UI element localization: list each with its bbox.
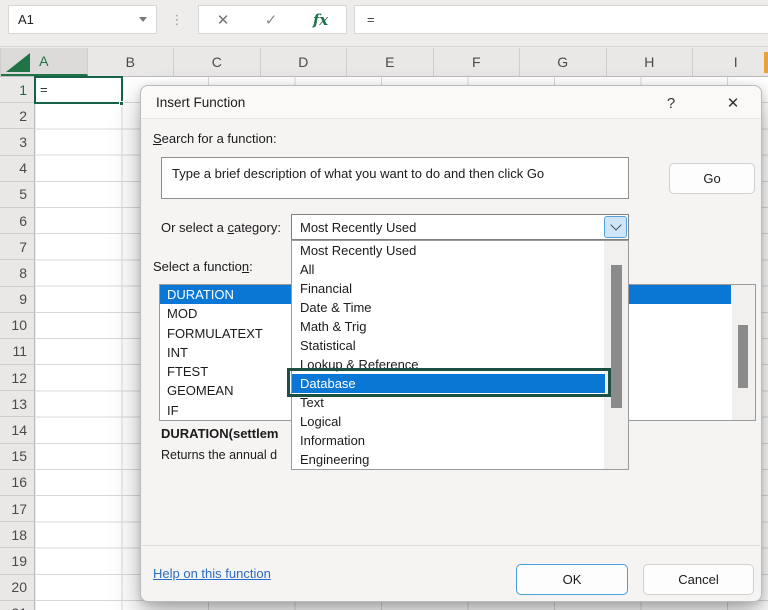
- row-header-16[interactable]: 16: [0, 470, 34, 496]
- column-header-H[interactable]: H: [607, 48, 693, 76]
- category-option[interactable]: Engineering: [292, 450, 605, 469]
- formula-toolbar: A1 ⋮ ✕ ✓ fx =: [0, 0, 768, 47]
- row-header-2[interactable]: 2: [0, 103, 34, 130]
- chevron-down-icon: [609, 219, 622, 231]
- name-box-dropdown-icon[interactable]: [139, 17, 147, 22]
- combobox-dropdown-button[interactable]: [604, 216, 627, 238]
- dialog-titlebar[interactable]: Insert Function ? ✕: [141, 86, 761, 119]
- row-headers: 123456789101112131415161718192021: [0, 77, 35, 610]
- select-all-button[interactable]: [0, 48, 30, 76]
- category-label: Or select a category:: [161, 220, 281, 235]
- excel-window: A1 ⋮ ✕ ✓ fx = ABCDEFGHI 1 2 3 4 5 6 7 8 9 10 11 12 1…: [0, 0, 768, 610]
- row-header-11[interactable]: 11: [0, 339, 34, 366]
- drag-handle-icon: ⋮: [170, 11, 184, 27]
- select-all-triangle-icon: [6, 53, 30, 72]
- category-option[interactable]: Statistical: [292, 336, 605, 355]
- annotation-highlight-box: [287, 368, 611, 397]
- footer-divider: [142, 545, 760, 546]
- dialog-title: Insert Function: [156, 95, 246, 110]
- row-header-13[interactable]: 13: [0, 391, 34, 418]
- row-header-1[interactable]: 1: [0, 77, 34, 104]
- category-value: Most Recently Used: [300, 220, 417, 235]
- row-header-7[interactable]: 7: [0, 234, 34, 261]
- active-cell-a1[interactable]: =: [34, 76, 123, 104]
- category-option[interactable]: Information: [292, 431, 605, 450]
- help-on-function-link[interactable]: Help on this function: [153, 566, 271, 581]
- row-header-19[interactable]: 19: [0, 548, 34, 575]
- row-header-14[interactable]: 14: [0, 417, 34, 444]
- function-description: Returns the annual d: [161, 448, 278, 462]
- cancel-button[interactable]: Cancel: [643, 564, 754, 595]
- insert-function-dialog: Insert Function ? ✕ Search for a functio…: [140, 85, 762, 602]
- row-header-18[interactable]: 18: [0, 522, 34, 549]
- formula-bar[interactable]: =: [354, 5, 768, 34]
- category-option[interactable]: Date & Time: [292, 298, 605, 317]
- dropdown-scrollbar-thumb[interactable]: [611, 265, 622, 408]
- category-option[interactable]: Most Recently Used: [292, 241, 605, 260]
- help-icon[interactable]: ?: [659, 91, 683, 115]
- cancel-entry-icon[interactable]: ✕: [217, 11, 230, 29]
- row-header-17[interactable]: 17: [0, 496, 34, 523]
- column-header-D[interactable]: D: [261, 48, 347, 76]
- category-dropdown-list: Most Recently Used All Financial Date & Tim…: [291, 240, 629, 470]
- enter-entry-icon[interactable]: ✓: [265, 11, 278, 29]
- function-signature: DURATION(settlem: [161, 426, 279, 441]
- row-header-5[interactable]: 5: [0, 182, 34, 208]
- name-box-value: A1: [18, 12, 34, 27]
- column-header-E[interactable]: E: [347, 48, 434, 76]
- formula-buttons: ✕ ✓ fx: [198, 5, 347, 34]
- formula-bar-value: =: [367, 12, 375, 27]
- column-header-B[interactable]: B: [88, 48, 174, 76]
- row-header-8[interactable]: 8: [0, 260, 34, 287]
- column-header-row: ABCDEFGHI: [1, 48, 768, 76]
- row-header-4[interactable]: 4: [0, 156, 34, 182]
- go-button[interactable]: Go: [669, 163, 755, 194]
- row-header-3[interactable]: 3: [0, 129, 34, 156]
- category-option[interactable]: Financial: [292, 279, 605, 298]
- row-header-10[interactable]: 10: [0, 313, 34, 339]
- row-header-15[interactable]: 15: [0, 444, 34, 470]
- row-header-6[interactable]: 6: [0, 208, 34, 235]
- column-header-F[interactable]: F: [434, 48, 520, 76]
- column-header-I[interactable]: I: [693, 48, 768, 76]
- category-option[interactable]: Math & Trig: [292, 317, 605, 336]
- fill-handle[interactable]: [119, 101, 124, 106]
- search-input[interactable]: Type a brief description of what you wan…: [161, 157, 629, 199]
- column-header-C[interactable]: C: [174, 48, 261, 76]
- column-header-G[interactable]: G: [520, 48, 607, 76]
- row-header-20[interactable]: 20: [0, 575, 34, 601]
- category-option[interactable]: Logical: [292, 412, 605, 431]
- row-header-12[interactable]: 12: [0, 365, 34, 392]
- category-option[interactable]: All: [292, 260, 605, 279]
- column-headers: ABCDEFGHI: [0, 48, 768, 77]
- category-combobox[interactable]: Most Recently Used: [291, 214, 629, 240]
- close-icon[interactable]: ✕: [719, 91, 747, 115]
- ok-button[interactable]: OK: [516, 564, 628, 595]
- search-label: Search for a function:: [153, 131, 277, 146]
- function-label: Select a function:: [153, 259, 253, 274]
- name-box[interactable]: A1: [8, 5, 157, 34]
- row-header-21[interactable]: 21: [0, 601, 34, 610]
- function-scrollbar-thumb[interactable]: [738, 325, 748, 388]
- insert-function-icon[interactable]: fx: [313, 11, 328, 29]
- row-header-9[interactable]: 9: [0, 287, 34, 313]
- clipped-edge-element: [764, 52, 768, 73]
